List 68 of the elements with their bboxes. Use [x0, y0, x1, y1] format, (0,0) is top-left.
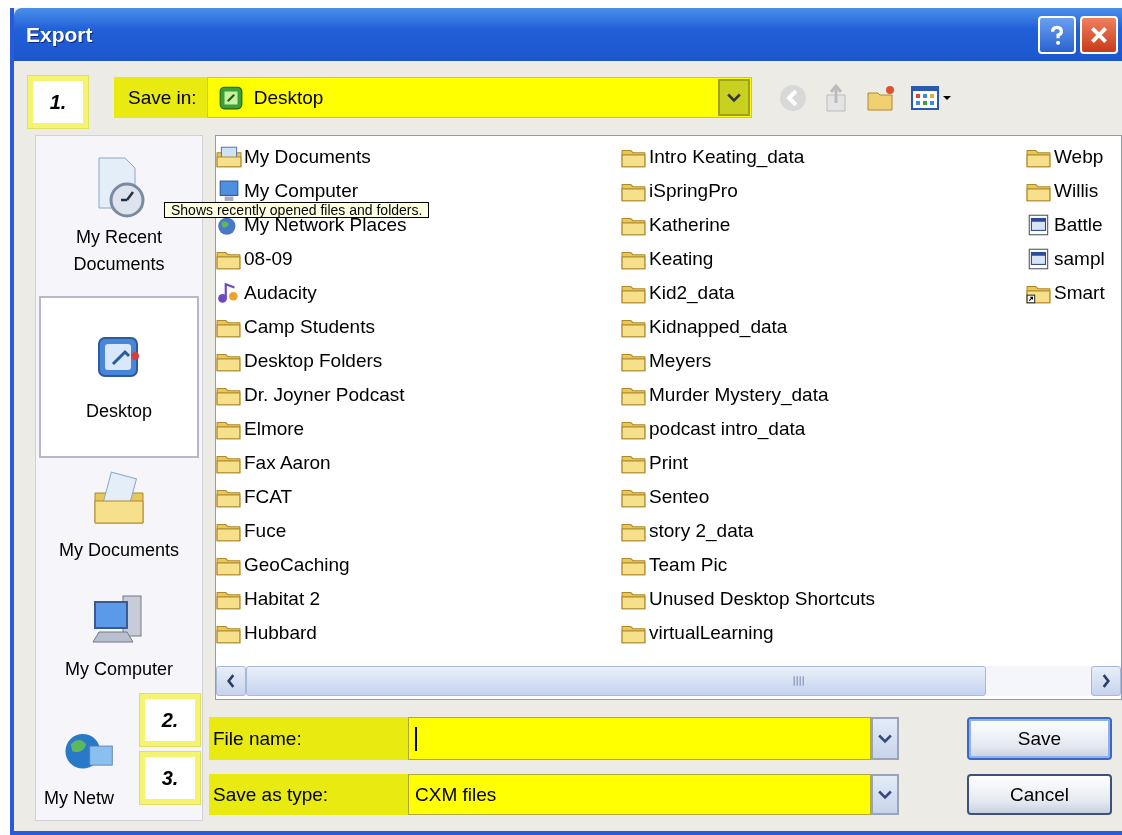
file-item[interactable]: Senteo [621, 480, 710, 514]
file-item[interactable]: Fuce [216, 514, 287, 548]
file-item[interactable]: Hubbard [216, 616, 317, 650]
file-item[interactable]: virtualLearning [621, 616, 774, 650]
file-item[interactable]: 08-09 [216, 242, 293, 276]
dropdown-button[interactable] [871, 774, 899, 815]
save-in-label: Save in: [114, 77, 207, 118]
save-as-type-label: Save as type: [209, 774, 408, 815]
chevron-left-icon [226, 674, 236, 688]
file-item[interactable]: Dr. Joyner Podcast [216, 378, 405, 412]
places-item[interactable]: My Netw [42, 700, 118, 818]
close-button[interactable] [1080, 15, 1118, 54]
file-item[interactable]: podcast intro_data [621, 412, 806, 446]
file-item[interactable]: Webp [1026, 140, 1104, 174]
file-item[interactable]: Intro Keating_data [621, 140, 805, 174]
file-item[interactable]: FCAT [216, 480, 293, 514]
save-button[interactable]: Save [967, 717, 1112, 760]
save-as-type-dropdown[interactable]: CXM files [408, 774, 871, 815]
file-item[interactable]: My Documents [216, 140, 371, 174]
dropdown-button[interactable] [871, 717, 899, 760]
step-callout: 2. [140, 694, 200, 746]
file-item[interactable]: Unused Desktop Shortcuts [621, 582, 875, 616]
file-item[interactable]: sampl [1026, 242, 1105, 276]
places-item[interactable]: My Documents [54, 462, 183, 570]
cancel-button[interactable]: Cancel [967, 774, 1112, 815]
file-item[interactable]: Desktop Folders [216, 344, 383, 378]
chevron-down-icon [878, 789, 892, 800]
file-item[interactable]: Habitat 2 [216, 582, 321, 616]
horizontal-scrollbar[interactable] [216, 666, 1121, 696]
step-callout: 3. [140, 752, 200, 804]
window-title: Export [26, 22, 93, 47]
file-item[interactable]: Kidnapped_data [621, 310, 788, 344]
save-in-dropdown[interactable]: Desktop [206, 77, 752, 118]
step-callout: 1. [28, 76, 88, 128]
scroll-left-button[interactable] [216, 666, 246, 696]
file-item[interactable]: Battle [1026, 208, 1103, 242]
file-item[interactable]: Team Pic [621, 548, 728, 582]
file-item[interactable]: Meyers [621, 344, 712, 378]
file-item[interactable]: story 2_data [621, 514, 754, 548]
file-item[interactable]: Print [621, 446, 689, 480]
dropdown-button[interactable] [717, 79, 750, 116]
grip-icon [793, 675, 805, 687]
places-item[interactable]: My Computer [61, 574, 177, 696]
chevron-right-icon [1101, 674, 1111, 688]
file-item[interactable]: Elmore [216, 412, 305, 446]
file-item[interactable]: Keating [621, 242, 714, 276]
file-item[interactable]: Audacity [216, 276, 317, 310]
chevron-down-icon [878, 733, 892, 744]
desktop-icon [217, 84, 244, 111]
text-cursor [415, 726, 417, 751]
file-item[interactable]: Katherine [621, 208, 731, 242]
file-item[interactable]: Fax Aaron [216, 446, 331, 480]
documents-folder-icon [216, 146, 242, 168]
file-item[interactable]: Murder Mystery_data [621, 378, 829, 412]
tooltip: Shows recently opened files and folders. [164, 202, 430, 218]
file-name-field[interactable] [408, 717, 871, 760]
file-item[interactable]: Smart [1026, 276, 1105, 310]
scroll-right-button[interactable] [1091, 666, 1121, 696]
file-item[interactable]: Willis [1026, 174, 1099, 208]
scroll-thumb[interactable] [246, 666, 986, 696]
help-button[interactable] [1038, 15, 1076, 54]
chevron-down-icon [726, 92, 741, 103]
file-item[interactable]: Kid2_data [621, 276, 735, 310]
file-name-label: File name: [209, 717, 408, 760]
file-item[interactable]: GeoCaching [216, 548, 350, 582]
file-item[interactable]: iSpringPro [621, 174, 738, 208]
file-item[interactable]: Camp Students [216, 310, 375, 344]
places-item[interactable]: Desktop [39, 296, 199, 458]
